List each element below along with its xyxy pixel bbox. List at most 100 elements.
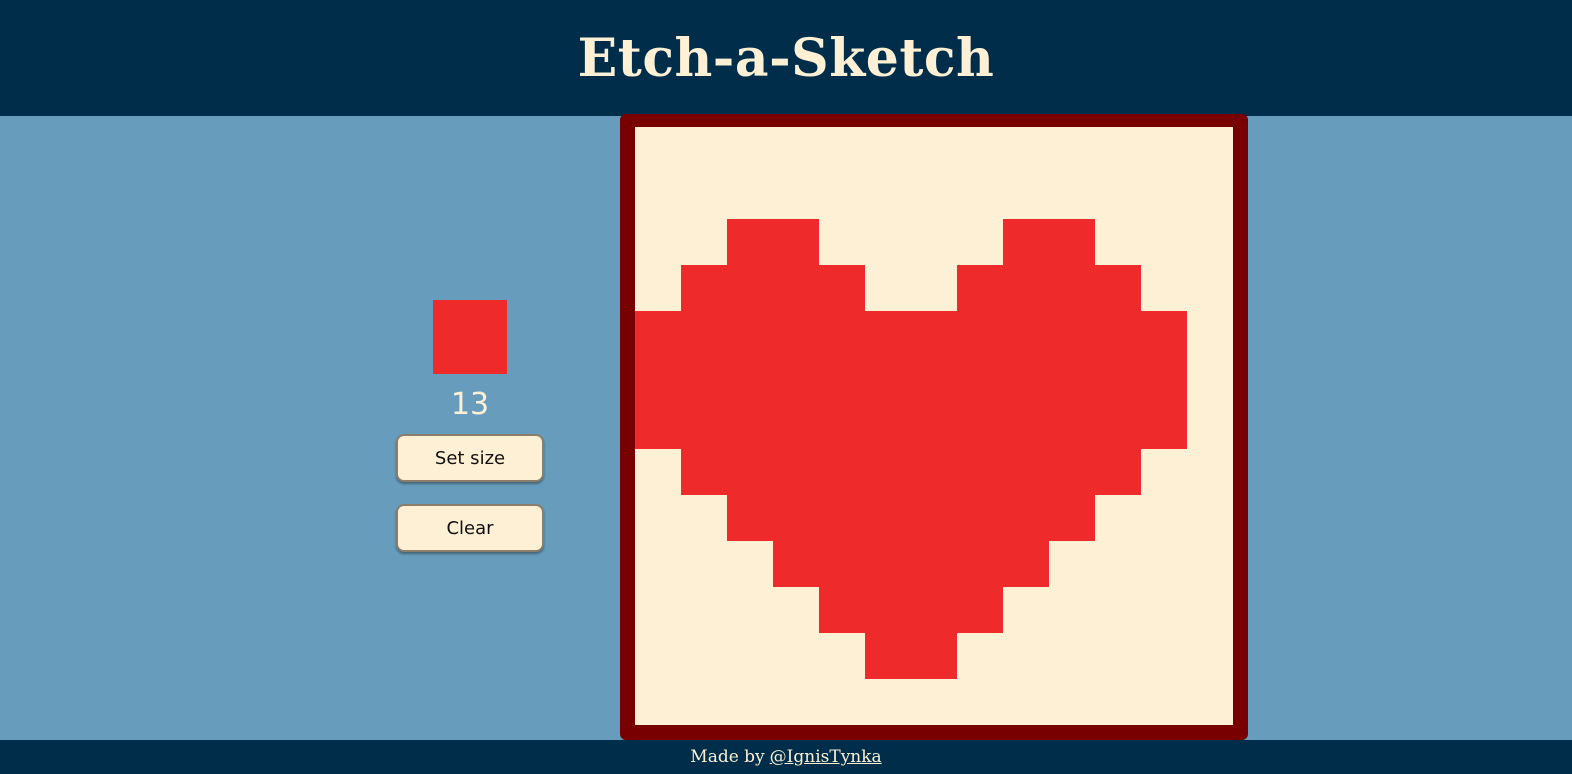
grid-cell[interactable]	[1187, 357, 1233, 403]
grid-cell[interactable]	[635, 495, 681, 541]
grid-cell[interactable]	[1095, 357, 1141, 403]
grid-cell[interactable]	[1141, 219, 1187, 265]
grid-cell[interactable]	[865, 311, 911, 357]
grid-cell[interactable]	[1003, 311, 1049, 357]
grid-cell[interactable]	[727, 173, 773, 219]
grid-cell[interactable]	[1049, 541, 1095, 587]
grid-cell[interactable]	[681, 495, 727, 541]
grid-cell[interactable]	[957, 219, 1003, 265]
grid-cell[interactable]	[681, 173, 727, 219]
grid-cell[interactable]	[635, 449, 681, 495]
grid-cell[interactable]	[1049, 495, 1095, 541]
grid-cell[interactable]	[1003, 173, 1049, 219]
grid-cell[interactable]	[1095, 127, 1141, 173]
grid-cell[interactable]	[1003, 127, 1049, 173]
grid-cell[interactable]	[819, 403, 865, 449]
grid-cell[interactable]	[635, 357, 681, 403]
grid-cell[interactable]	[865, 219, 911, 265]
grid-cell[interactable]	[1049, 633, 1095, 679]
grid-cell[interactable]	[911, 587, 957, 633]
grid-cell[interactable]	[727, 265, 773, 311]
grid-cell[interactable]	[727, 449, 773, 495]
grid-cell[interactable]	[957, 541, 1003, 587]
grid-cell[interactable]	[957, 265, 1003, 311]
grid-cell[interactable]	[681, 403, 727, 449]
grid-cell[interactable]	[1187, 311, 1233, 357]
grid-cell[interactable]	[635, 633, 681, 679]
grid-cell[interactable]	[865, 173, 911, 219]
grid-cell[interactable]	[1095, 265, 1141, 311]
grid-cell[interactable]	[681, 311, 727, 357]
grid-cell[interactable]	[1003, 265, 1049, 311]
grid-cell[interactable]	[727, 127, 773, 173]
grid-cell[interactable]	[727, 403, 773, 449]
grid-cell[interactable]	[1141, 403, 1187, 449]
grid-cell[interactable]	[773, 311, 819, 357]
grid-cell[interactable]	[773, 679, 819, 725]
grid-cell[interactable]	[1141, 633, 1187, 679]
grid-cell[interactable]	[635, 587, 681, 633]
grid-cell[interactable]	[1049, 587, 1095, 633]
grid-cell[interactable]	[865, 587, 911, 633]
grid-cell[interactable]	[635, 403, 681, 449]
grid-cell[interactable]	[727, 541, 773, 587]
grid-cell[interactable]	[1049, 265, 1095, 311]
grid-cell[interactable]	[773, 265, 819, 311]
grid-cell[interactable]	[1187, 541, 1233, 587]
grid-cell[interactable]	[727, 495, 773, 541]
grid-cell[interactable]	[865, 265, 911, 311]
grid-cell[interactable]	[1049, 311, 1095, 357]
grid-cell[interactable]	[819, 173, 865, 219]
grid-cell[interactable]	[819, 219, 865, 265]
grid-cell[interactable]	[865, 679, 911, 725]
grid-cell[interactable]	[957, 633, 1003, 679]
grid-cell[interactable]	[819, 679, 865, 725]
grid-cell[interactable]	[819, 311, 865, 357]
grid-cell[interactable]	[773, 173, 819, 219]
grid-cell[interactable]	[681, 265, 727, 311]
grid-cell[interactable]	[1141, 449, 1187, 495]
grid-cell[interactable]	[681, 357, 727, 403]
grid-cell[interactable]	[957, 495, 1003, 541]
grid-cell[interactable]	[681, 219, 727, 265]
grid-cell[interactable]	[1049, 679, 1095, 725]
grid-cell[interactable]	[911, 357, 957, 403]
grid-cell[interactable]	[911, 173, 957, 219]
grid-cell[interactable]	[773, 495, 819, 541]
grid-cell[interactable]	[865, 403, 911, 449]
author-link[interactable]: @IgnisTynka	[770, 747, 882, 767]
grid-cell[interactable]	[635, 679, 681, 725]
grid-cell[interactable]	[819, 127, 865, 173]
grid-cell[interactable]	[1003, 403, 1049, 449]
grid-cell[interactable]	[635, 219, 681, 265]
grid-cell[interactable]	[1049, 449, 1095, 495]
grid-cell[interactable]	[635, 541, 681, 587]
grid-cell[interactable]	[1003, 357, 1049, 403]
grid-cell[interactable]	[1141, 127, 1187, 173]
grid-cell[interactable]	[819, 587, 865, 633]
grid-cell[interactable]	[635, 173, 681, 219]
grid-cell[interactable]	[681, 541, 727, 587]
grid-cell[interactable]	[773, 541, 819, 587]
grid-cell[interactable]	[957, 449, 1003, 495]
grid-cell[interactable]	[1003, 541, 1049, 587]
grid-cell[interactable]	[681, 587, 727, 633]
grid-cell[interactable]	[911, 679, 957, 725]
grid-cell[interactable]	[1187, 449, 1233, 495]
grid-cell[interactable]	[1049, 219, 1095, 265]
grid-cell[interactable]	[1141, 311, 1187, 357]
grid-cell[interactable]	[727, 587, 773, 633]
grid-cell[interactable]	[1187, 679, 1233, 725]
grid-cell[interactable]	[681, 127, 727, 173]
grid-cell[interactable]	[773, 633, 819, 679]
grid-cell[interactable]	[773, 357, 819, 403]
grid-cell[interactable]	[1095, 449, 1141, 495]
grid-cell[interactable]	[911, 265, 957, 311]
grid-cell[interactable]	[773, 127, 819, 173]
grid-cell[interactable]	[1003, 587, 1049, 633]
grid-cell[interactable]	[911, 541, 957, 587]
grid-cell[interactable]	[819, 449, 865, 495]
grid-cell[interactable]	[911, 633, 957, 679]
sketch-canvas[interactable]	[635, 127, 1233, 725]
grid-cell[interactable]	[865, 357, 911, 403]
